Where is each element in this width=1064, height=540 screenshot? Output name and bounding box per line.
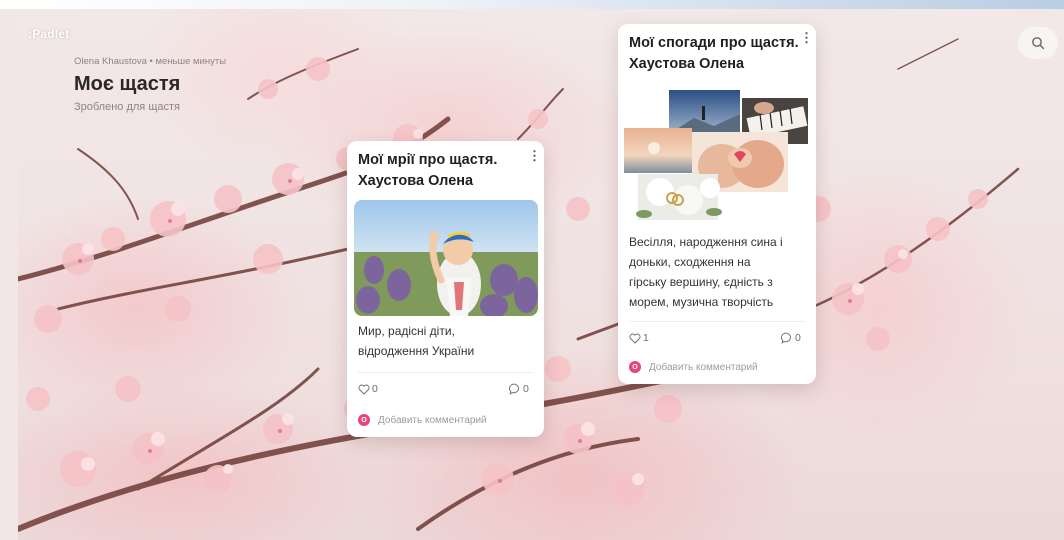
window-top-strip [0,0,1064,9]
post-image[interactable] [624,88,810,222]
child-in-field-photo [354,200,538,316]
board-subtitle: Зроблено для щастя [74,101,180,113]
more-vertical-icon[interactable]: ⋮ [800,30,813,46]
heart-icon [358,384,370,395]
search-button[interactable] [1018,27,1058,59]
post-body-line: морем, музична творчість [629,295,774,309]
like-button[interactable]: 0 [358,383,378,395]
heart-icon [629,333,641,344]
board-meta: Olena Khaustova • меньше минуты [74,56,227,67]
post-title: Мої мрії про щастя. Хаустова Олена [358,152,498,189]
add-comment-field[interactable]: O Добавить комментарий [358,414,487,426]
post-card[interactable]: Мої мрії про щастя. Хаустова Олена ⋮ Мир… [347,141,544,437]
post-body-line: Мир, радісні діти, [358,324,455,338]
search-icon [1032,37,1045,50]
card-divider [629,321,805,322]
more-vertical-icon[interactable]: ⋮ [528,148,541,164]
like-count: 1 [643,332,649,344]
comment-icon [509,383,519,395]
like-button[interactable]: 1 [629,332,649,344]
padlet-logo[interactable]: :Padlet [28,27,69,41]
post-body-line: гірську вершину, єдність з [629,275,773,289]
post-body: Мир, радісні діти, відродження України [358,321,474,361]
add-comment-placeholder: Добавить комментарий [378,414,487,426]
comments-button[interactable]: 0 [781,332,801,344]
post-body: Весілля, народження сина і доньки, сходж… [629,232,783,312]
post-body-line: Весілля, народження сина і [629,235,783,249]
post-image[interactable] [354,200,538,316]
card-divider [358,372,533,373]
avatar: O [358,414,370,426]
add-comment-placeholder: Добавить комментарий [649,361,758,373]
post-title: Мої спогади про щастя. Хаустова Олена [629,35,799,72]
post-body-line: відродження України [358,344,475,358]
add-comment-field[interactable]: O Добавить комментарий [629,361,758,373]
comment-icon [781,332,791,344]
collage-photo [624,90,808,220]
post-body-line: доньки, сходження на [629,255,751,269]
comments-button[interactable]: 0 [509,383,529,395]
board-title: Моє щастя [74,73,181,95]
avatar: O [629,361,641,373]
like-count: 0 [372,383,378,395]
comment-count: 0 [795,332,801,344]
post-card[interactable]: Мої спогади про щастя. Хаустова Олена ⋮ [618,24,816,384]
comment-count: 0 [523,383,529,395]
